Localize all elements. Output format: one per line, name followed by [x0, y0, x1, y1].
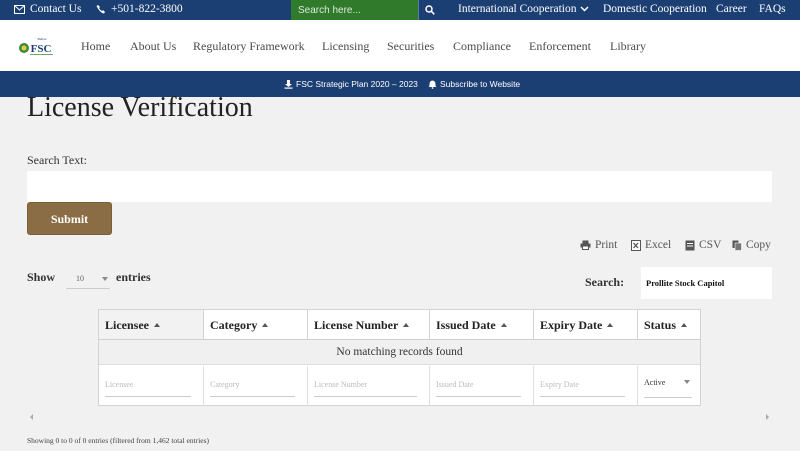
filter-cell: Licensee [99, 366, 204, 406]
strategic-plan-link[interactable]: FSC Strategic Plan 2020 – 2023 [284, 79, 418, 89]
phone-link[interactable]: +501-822-3800 [96, 3, 183, 15]
horizontal-scrollbar[interactable] [27, 412, 772, 422]
scroll-left-icon[interactable] [30, 414, 33, 420]
status-filter-value: Active [644, 378, 666, 387]
entries-label: entries [116, 270, 151, 284]
column-header-label: Expiry Date [540, 318, 603, 332]
sort-up-icon [403, 323, 410, 327]
logo-small-text: Belize [38, 37, 47, 41]
show-label: Show [27, 270, 56, 284]
nav-securities[interactable]: Securities [387, 39, 434, 54]
nav-library[interactable]: Library [610, 39, 646, 54]
nav-licensing[interactable]: Licensing [322, 39, 369, 54]
international-cooperation-menu[interactable]: International Cooperation [458, 3, 590, 15]
fsc-logo[interactable]: Belize FSC [18, 36, 54, 56]
nav-home[interactable]: Home [81, 39, 110, 54]
scroll-right-icon[interactable] [766, 414, 769, 420]
print-label: Print [595, 239, 618, 251]
excel-button[interactable]: Excel [631, 239, 671, 251]
csv-label: CSV [699, 239, 722, 251]
caret-down-icon [684, 380, 690, 384]
table-search-input[interactable]: Prollite Stock Capitol [641, 267, 772, 299]
contact-us-label: Contact Us [30, 3, 82, 15]
domestic-cooperation-link[interactable]: Domestic Cooperation [603, 3, 707, 15]
envelope-icon [14, 4, 25, 14]
copy-icon [732, 240, 742, 251]
page-title: License Verification [27, 92, 253, 123]
column-header-licensee[interactable]: Licensee [99, 310, 204, 340]
filter-licensee-input[interactable]: Licensee [105, 380, 191, 397]
site-search-input[interactable] [291, 0, 418, 20]
contact-us-link[interactable]: Contact Us [14, 3, 81, 15]
main-navigation: Belize FSC Home About Us Regulatory Fram… [0, 20, 800, 71]
international-cooperation-label: International Cooperation [458, 3, 577, 15]
excel-icon [631, 239, 641, 251]
download-icon [284, 79, 293, 89]
filter-status-select[interactable]: Active [644, 376, 692, 398]
copy-label: Copy [746, 239, 771, 251]
strategic-plan-label: FSC Strategic Plan 2020 – 2023 [296, 79, 418, 89]
phone-icon [96, 5, 105, 14]
nav-regulatory-framework[interactable]: Regulatory Framework [193, 39, 305, 54]
csv-button[interactable]: CSV [685, 239, 721, 251]
search-text-label: Search Text: [27, 153, 87, 167]
csv-icon [685, 240, 695, 250]
filter-cell: Expiry Date [534, 366, 638, 406]
bell-icon [428, 80, 437, 89]
chevron-down-icon [580, 6, 590, 12]
column-header-expiry-date[interactable]: Expiry Date [534, 310, 638, 340]
caret-down-icon [102, 277, 108, 281]
phone-number: +501-822-3800 [111, 3, 183, 15]
filter-expiry-date-input[interactable]: Expiry Date [540, 380, 625, 397]
subscribe-label: Subscribe to Website [440, 79, 521, 89]
license-table: Licensee Category License Number Issued … [98, 309, 701, 406]
page-length-select[interactable]: 10 [66, 268, 110, 289]
print-button[interactable]: Print [580, 239, 617, 251]
search-icon [425, 5, 435, 15]
logo-main-text: FSC [31, 43, 52, 55]
submit-button[interactable]: Submit [27, 202, 112, 235]
column-header-license-number[interactable]: License Number [308, 310, 430, 340]
filter-issued-date-input[interactable]: Issued Date [436, 380, 521, 397]
filter-category-input[interactable]: Category [210, 380, 295, 397]
page-length-value: 10 [76, 274, 84, 283]
column-header-issued-date[interactable]: Issued Date [430, 310, 534, 340]
nav-compliance[interactable]: Compliance [453, 39, 511, 54]
empty-table-message: No matching records found [99, 340, 700, 365]
copy-button[interactable]: Copy [732, 239, 771, 251]
table-search-label: Search: [585, 275, 625, 289]
faqs-link[interactable]: FAQs [759, 3, 786, 15]
column-header-status[interactable]: Status [638, 310, 700, 340]
subscribe-link[interactable]: Subscribe to Website [428, 79, 520, 89]
column-header-label: Status [644, 318, 677, 332]
sort-up-icon [500, 323, 507, 327]
search-text-input[interactable] [27, 171, 772, 202]
column-header-label: Category [210, 318, 258, 332]
excel-label: Excel [645, 239, 672, 251]
filter-cell: License Number [308, 366, 430, 406]
nav-enforcement[interactable]: Enforcement [529, 39, 591, 54]
nav-about-us[interactable]: About Us [130, 39, 176, 54]
filter-license-number-input[interactable]: License Number [314, 380, 417, 397]
print-icon [580, 240, 591, 250]
filter-cell: Issued Date [430, 366, 534, 406]
sort-up-icon [681, 323, 688, 327]
filter-cell: Category [204, 366, 308, 406]
career-link[interactable]: Career [716, 3, 747, 15]
sort-up-icon [154, 323, 160, 327]
filter-cell: Active [638, 366, 700, 406]
top-bar: Contact Us +501-822-3800 International C… [0, 0, 800, 20]
site-search-button[interactable] [418, 0, 441, 20]
column-header-category[interactable]: Category [204, 310, 308, 340]
column-header-label: Issued Date [436, 318, 496, 332]
column-header-label: License Number [314, 318, 399, 332]
sort-up-icon [262, 323, 269, 327]
column-header-label: Licensee [105, 318, 149, 332]
sort-up-icon [607, 323, 614, 327]
table-info: Showing 0 to 0 of 0 entries (filtered fr… [27, 436, 210, 445]
